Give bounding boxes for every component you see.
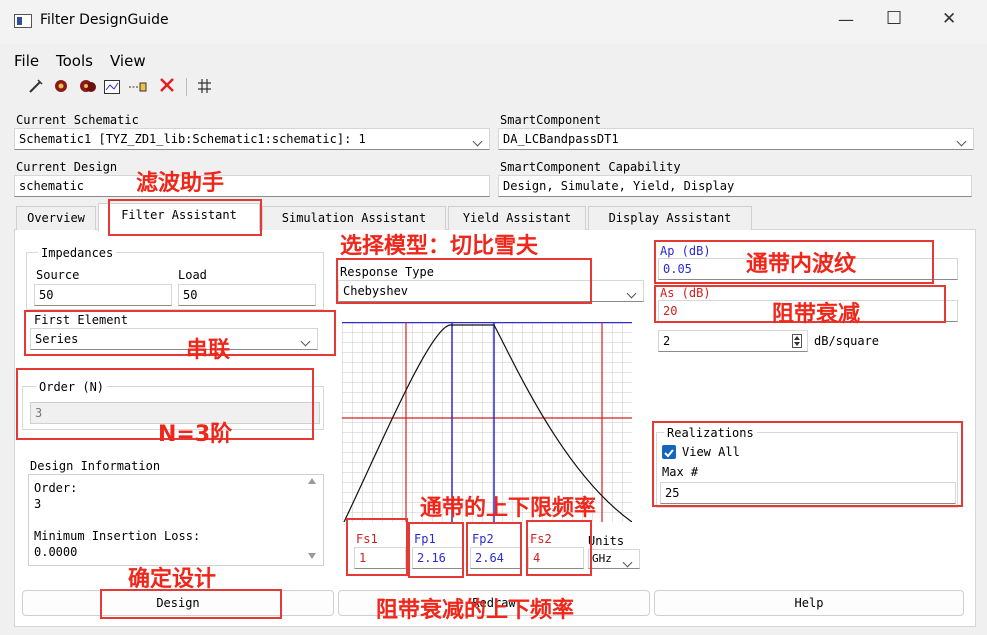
- close-button[interactable]: ✕: [942, 9, 956, 29]
- filter-designguide-window: Filter DesignGuide — ☐ ✕ File Tools View…: [0, 0, 987, 635]
- units-select[interactable]: GHz: [588, 549, 640, 569]
- annotation-box-fs2: [526, 520, 592, 576]
- design-info-line-4: Minimum Insertion Loss:: [34, 529, 201, 543]
- annotation-passband-ripple: 通带内波纹: [746, 252, 857, 277]
- design-info-title: Design Information: [30, 459, 161, 473]
- smartcomponent-select[interactable]: DA_LCBandpassDT1: [498, 128, 974, 150]
- annotation-stopband-atten: 阻带衰减: [772, 302, 861, 327]
- connect-icon[interactable]: [128, 79, 150, 93]
- app-icon: [14, 14, 32, 28]
- design-info-line-2: 3: [34, 497, 42, 511]
- annotation-passband-limits: 通带的上下限频率: [420, 496, 597, 521]
- menu-file[interactable]: File: [14, 52, 39, 70]
- annotation-box-fp1: [408, 522, 464, 578]
- annotation-stopband-limits: 阻带衰减的上下频率: [376, 598, 575, 623]
- spinner-arrows-icon[interactable]: [792, 334, 802, 348]
- wand-icon[interactable]: [28, 78, 44, 94]
- maximize-button[interactable]: ☐: [886, 8, 902, 29]
- annotation-lvbo-zhushou: 滤波助手: [136, 171, 225, 196]
- scroll-up-icon[interactable]: [308, 478, 316, 484]
- capability-field: Design, Simulate, Yield, Display: [498, 175, 972, 197]
- load-field[interactable]: 50: [178, 284, 316, 306]
- delete-icon[interactable]: [158, 76, 176, 94]
- tab-display-assistant[interactable]: Display Assistant: [588, 206, 752, 230]
- minimize-button[interactable]: —: [838, 10, 854, 29]
- annotation-box-fs1: [346, 518, 408, 576]
- help-button[interactable]: Help: [654, 590, 964, 616]
- source-label: Source: [36, 268, 80, 282]
- graph-icon[interactable]: [104, 79, 120, 94]
- scroll-down-icon[interactable]: [308, 553, 316, 559]
- source-field[interactable]: 50: [34, 284, 172, 306]
- current-schematic-label: Current Schematic: [16, 113, 139, 127]
- annotation-confirm-design: 确定设计: [128, 567, 217, 592]
- annotation-model-chebyshev: 选择模型：切比雪夫: [340, 234, 539, 259]
- components-icon[interactable]: [78, 78, 98, 94]
- tab-overview[interactable]: Overview: [16, 206, 96, 230]
- annotation-series: 串联: [186, 338, 231, 363]
- window-title: Filter DesignGuide: [40, 12, 169, 28]
- annotation-order-n3: N=3阶: [158, 422, 233, 447]
- current-design-field[interactable]: schematic: [14, 175, 490, 197]
- design-info-line-5: 0.0000: [34, 545, 78, 559]
- design-info-line-1: Order:: [34, 481, 78, 495]
- annotation-box-response: [336, 258, 592, 304]
- slope-spinbox[interactable]: 2: [658, 330, 808, 352]
- annotation-box-filter-tab: [108, 199, 262, 236]
- capability-label: SmartComponent Capability: [500, 160, 681, 174]
- current-schematic-select[interactable]: Schematic1 [TYZ_ZD1_lib:Schematic1:schem…: [14, 128, 490, 150]
- annotation-box-fp2: [466, 522, 522, 576]
- impedances-title: Impedances: [38, 246, 117, 260]
- menu-view[interactable]: View: [110, 52, 146, 70]
- tab-yield-assistant[interactable]: Yield Assistant: [448, 206, 586, 230]
- slope-unit-label: dB/square: [814, 334, 880, 348]
- current-design-label: Current Design: [16, 160, 118, 174]
- load-label: Load: [178, 268, 207, 282]
- annotation-box-realizations: [652, 421, 963, 507]
- tab-simulation-assistant[interactable]: Simulation Assistant: [262, 206, 446, 230]
- units-label: Units: [588, 534, 625, 548]
- annotation-box-design: [100, 589, 282, 619]
- toolbar-separator: [186, 78, 187, 96]
- annotation-box-first-element: [24, 310, 336, 356]
- grid-icon[interactable]: [196, 78, 212, 94]
- menu-tools[interactable]: Tools: [56, 52, 93, 70]
- component-icon[interactable]: [52, 78, 70, 94]
- smartcomponent-label: SmartComponent: [500, 113, 602, 127]
